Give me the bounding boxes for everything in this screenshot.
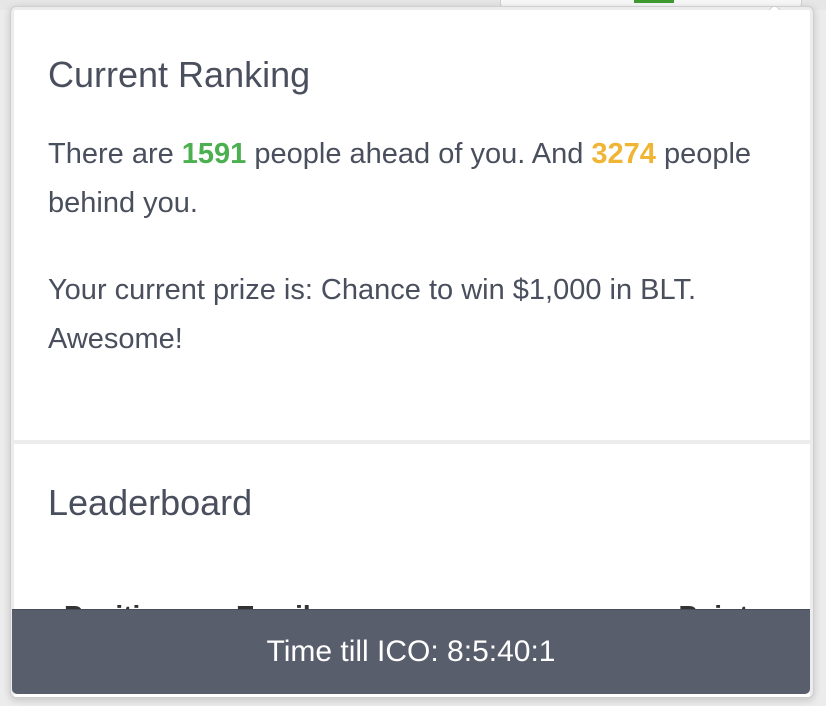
current-ranking-title: Current Ranking [48, 54, 311, 95]
leaderboard-title: Leaderboard [48, 482, 253, 523]
extension-popup: Current Ranking There are 1591 people ah… [10, 6, 814, 698]
people-behind-count: 3274 [591, 138, 656, 170]
ico-countdown-label: Time till ICO: 8:5:40:1 [266, 635, 556, 668]
ico-countdown-bar: Time till ICO: 8:5:40:1 [12, 609, 810, 694]
current-ranking-card: Current Ranking There are 1591 people ah… [14, 10, 810, 440]
current-prize-text: Your current prize is: Chance to win $1,… [48, 274, 697, 355]
people-ahead-count: 1591 [181, 138, 247, 170]
ranking-text-between: people ahead of you. And [246, 138, 592, 170]
ranking-text-before: There are [48, 138, 182, 170]
extension-icon-edge[interactable] [634, 0, 674, 3]
ranking-summary: There are 1591 people ahead of you. And … [48, 130, 776, 228]
